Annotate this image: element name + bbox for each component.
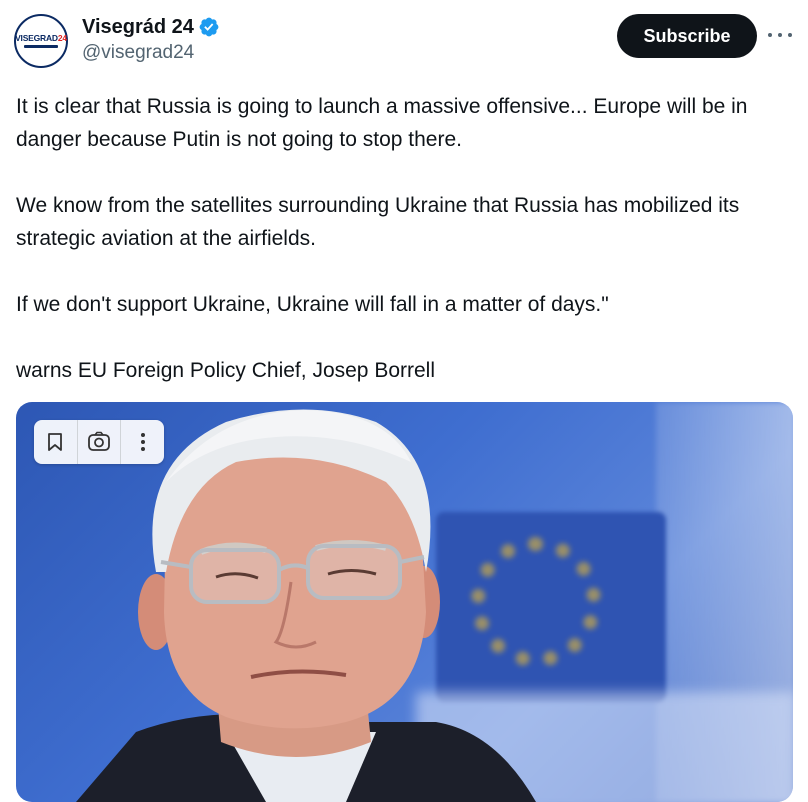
avatar-logo-bar: [24, 45, 58, 48]
subscribe-button[interactable]: Subscribe: [617, 14, 757, 58]
tweet-paragraph: We know from the satellites surrounding …: [16, 194, 740, 250]
display-name[interactable]: Visegrád 24: [82, 16, 194, 39]
avatar[interactable]: VISEGRAD24: [14, 14, 68, 68]
bookmark-icon[interactable]: [34, 420, 77, 464]
tweet-text: It is clear that Russia is going to laun…: [16, 90, 796, 387]
more-horizontal-icon[interactable]: [768, 26, 792, 44]
handle[interactable]: @visegrad24: [82, 42, 220, 64]
verified-badge-icon: [199, 17, 219, 37]
tweet-paragraph: It is clear that Russia is going to laun…: [16, 95, 748, 151]
more-vertical-icon[interactable]: [121, 420, 164, 464]
tweet-paragraph: If we don't support Ukraine, Ukraine wil…: [16, 293, 609, 316]
avatar-logo-text: VISEGRAD24: [15, 33, 67, 43]
tweet-paragraph: warns EU Foreign Policy Chief, Josep Bor…: [16, 359, 435, 382]
author-info: Visegrád 24 @visegrad24: [82, 14, 220, 64]
tweet-header: VISEGRAD24 Visegrád 24 @visegrad24 Subsc…: [0, 0, 808, 80]
media-toolbar: [34, 420, 164, 464]
lens-search-icon[interactable]: [78, 420, 121, 464]
